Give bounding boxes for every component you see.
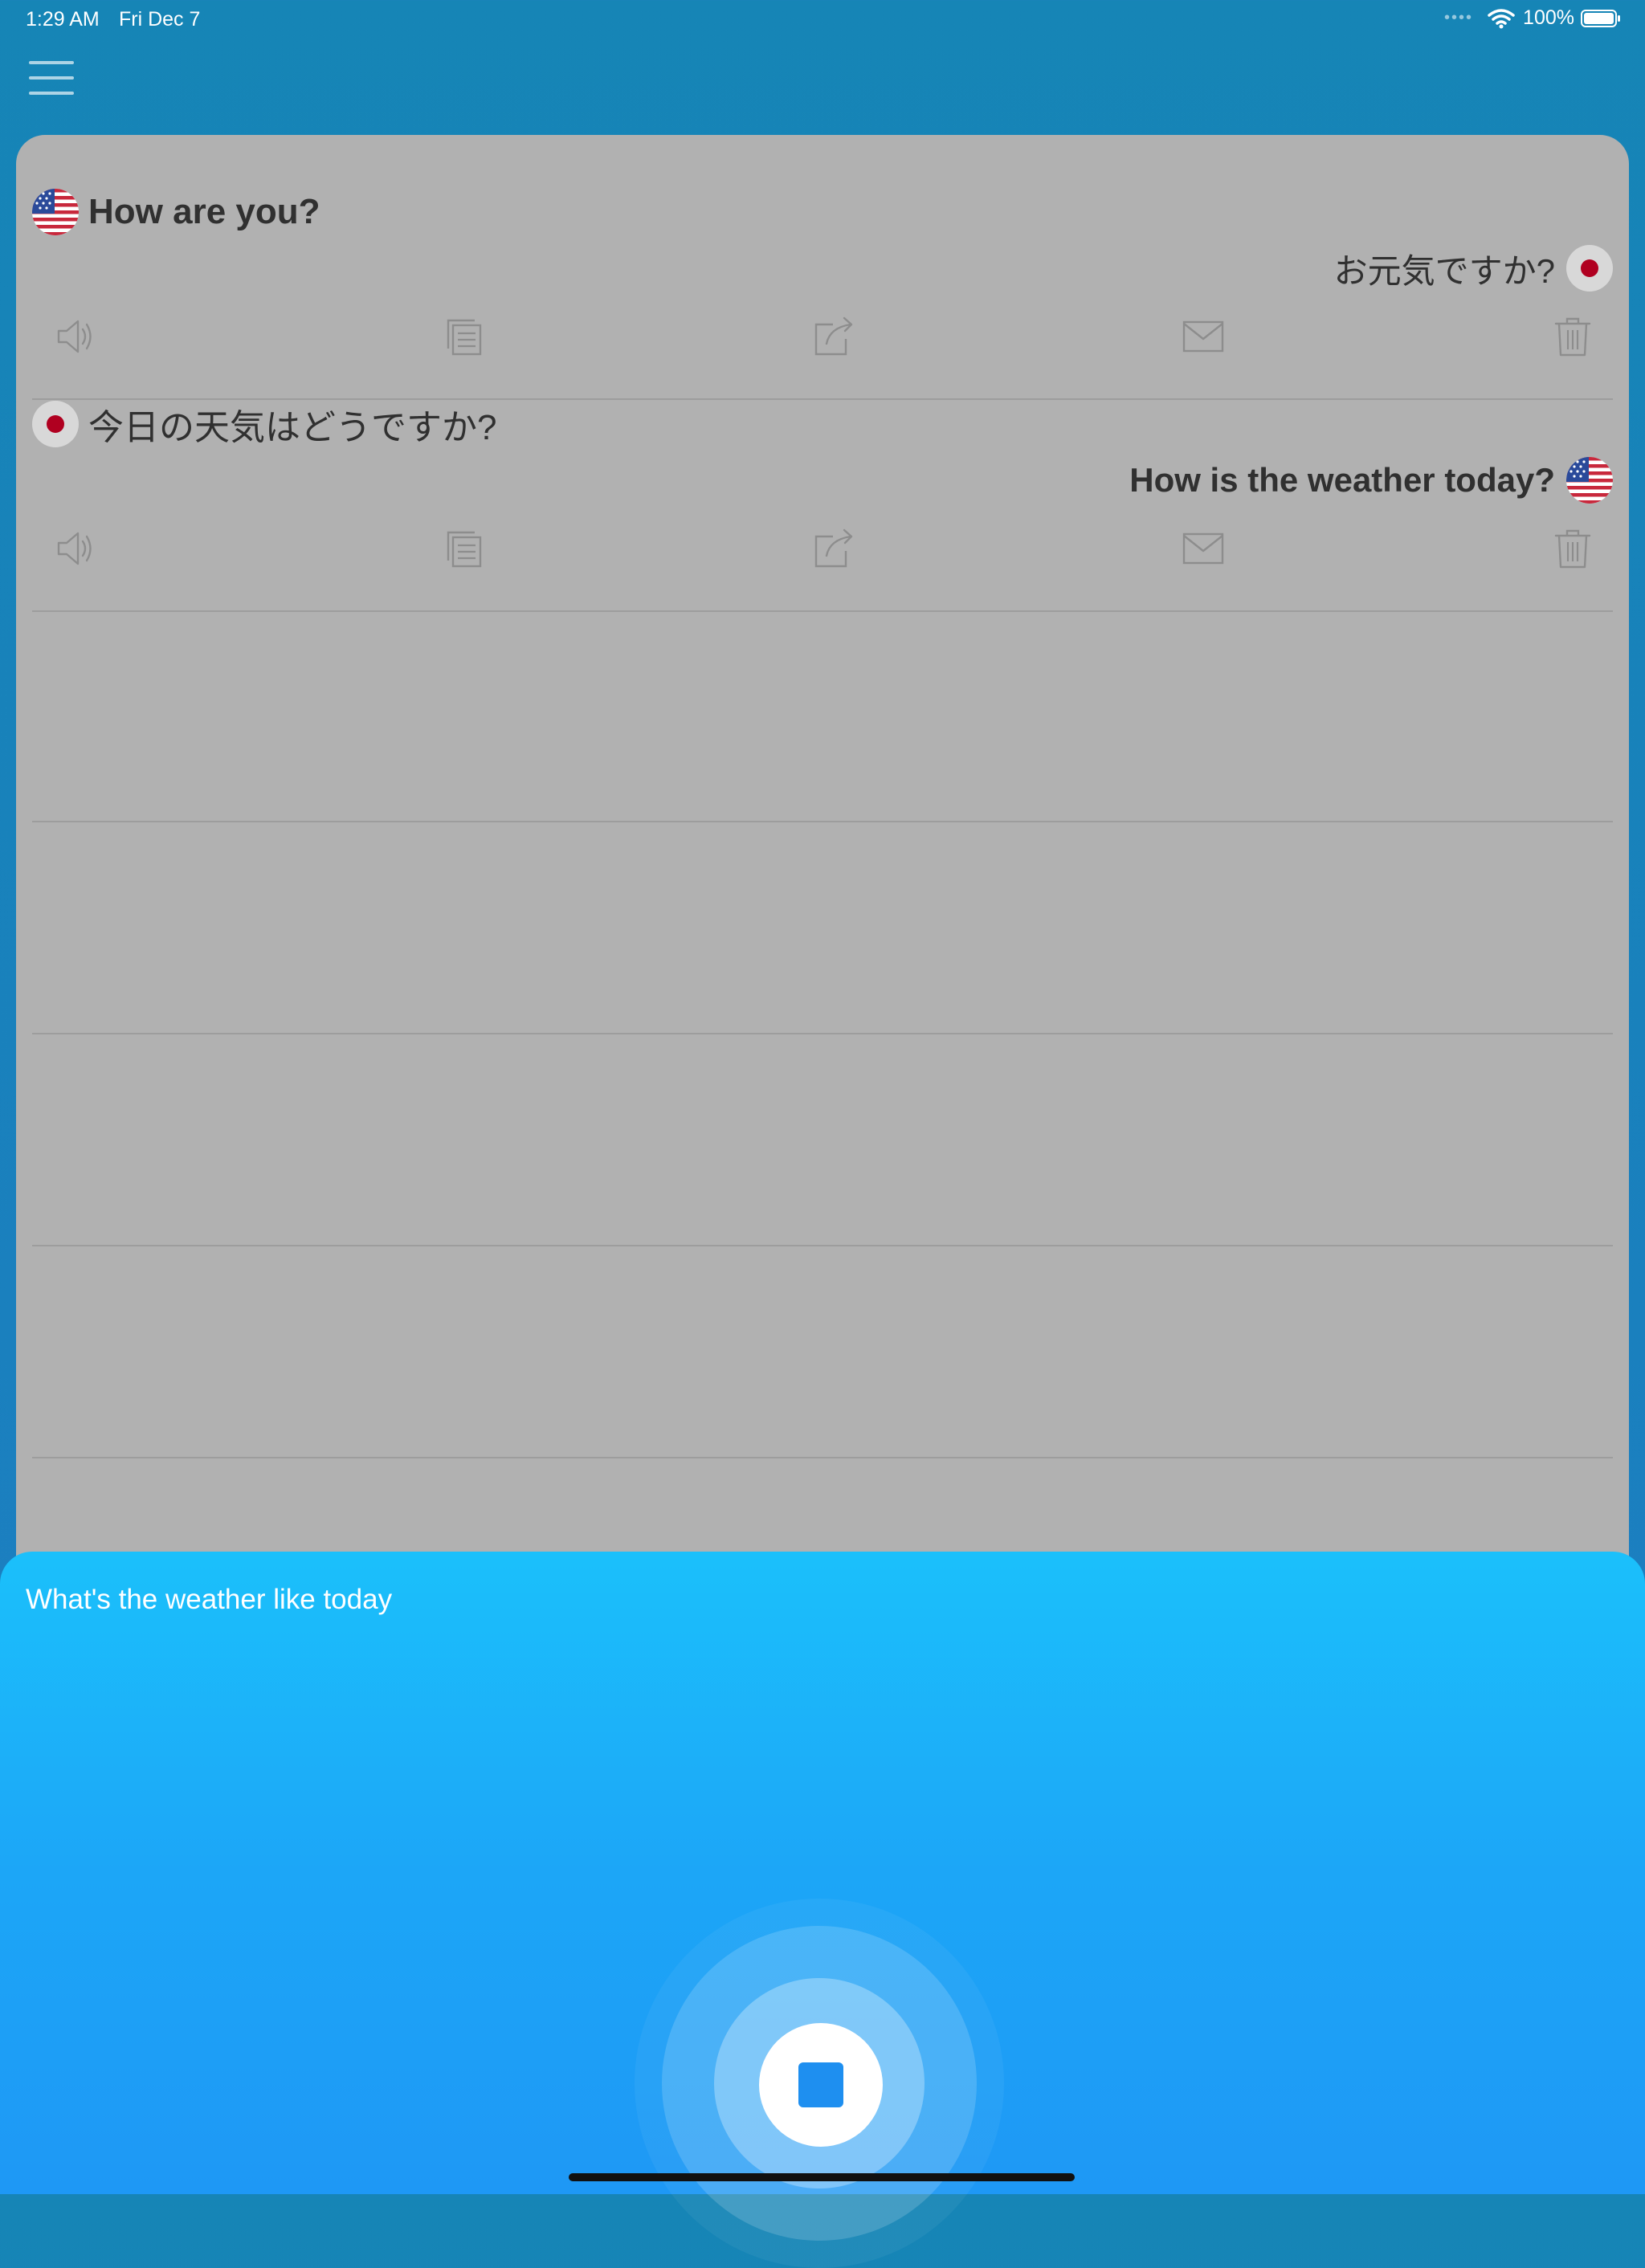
japan-flag-icon (32, 401, 79, 447)
trash-icon (1551, 315, 1594, 358)
source-text: How are you? (88, 192, 320, 231)
empty-row (32, 610, 1613, 822)
stop-icon (798, 2062, 843, 2107)
empty-row (32, 1034, 1613, 1246)
copy-button[interactable] (439, 523, 490, 574)
speaker-icon (54, 315, 97, 358)
recognized-text: What's the weather like today (26, 1584, 393, 1615)
action-row (32, 523, 1613, 574)
hamburger-line (29, 61, 74, 64)
mail-button[interactable] (1178, 523, 1229, 574)
speak-button[interactable] (50, 523, 101, 574)
empty-row (32, 822, 1613, 1034)
battery-percentage: 100% (1523, 6, 1574, 29)
source-row: 今日の天気はどうですか? (32, 398, 496, 450)
battery-icon (1581, 9, 1620, 27)
speak-button[interactable] (50, 311, 101, 362)
menu-button[interactable] (29, 61, 74, 95)
source-text: 今日の天気はどうですか? (88, 408, 497, 447)
translation-row: お元気ですか? (1334, 243, 1613, 294)
share-button[interactable] (808, 311, 859, 362)
share-button[interactable] (808, 523, 859, 574)
mail-icon (1182, 527, 1225, 570)
stop-recording-button[interactable] (759, 2023, 883, 2147)
mail-button[interactable] (1178, 311, 1229, 362)
wifi-icon (1488, 8, 1515, 28)
us-flag-icon (32, 189, 79, 235)
share-icon (812, 315, 855, 358)
mail-icon (1182, 315, 1225, 358)
delete-button[interactable] (1547, 523, 1598, 574)
translated-text: お元気ですか? (1333, 251, 1555, 290)
delete-button[interactable] (1547, 311, 1598, 362)
speaker-icon (54, 527, 97, 570)
action-row (32, 311, 1613, 362)
conversation-card: How are you? お元気ですか? 今日の天気はどうですか? How is… (16, 135, 1629, 1741)
status-bar: 1:29 AM Fri Dec 7 •••• 100% (0, 0, 1645, 39)
empty-row (32, 1246, 1613, 1458)
status-date: Fri Dec 7 (119, 8, 201, 31)
trash-icon (1551, 527, 1594, 570)
home-indicator[interactable] (569, 2173, 1075, 2181)
translation-row: How is the weather today? (1129, 455, 1613, 506)
status-time: 1:29 AM (26, 8, 100, 31)
conversation-entry[interactable]: How are you? お元気ですか? (32, 186, 1613, 400)
translated-text: How is the weather today? (1129, 461, 1555, 499)
hamburger-line (29, 92, 74, 95)
japan-flag-icon (1566, 245, 1613, 292)
listening-sheet: What's the weather like today (0, 1552, 1645, 2268)
copy-icon (443, 315, 486, 358)
cellular-signal-icon: •••• (1444, 9, 1474, 27)
copy-icon (443, 527, 486, 570)
conversation-entry[interactable]: 今日の天気はどうですか? How is the weather today? (32, 398, 1613, 612)
status-indicators: •••• 100% (1444, 6, 1621, 30)
hamburger-line (29, 76, 74, 80)
us-flag-icon (1566, 457, 1613, 504)
copy-button[interactable] (439, 311, 490, 362)
source-row: How are you? (32, 186, 320, 238)
share-icon (812, 527, 855, 570)
